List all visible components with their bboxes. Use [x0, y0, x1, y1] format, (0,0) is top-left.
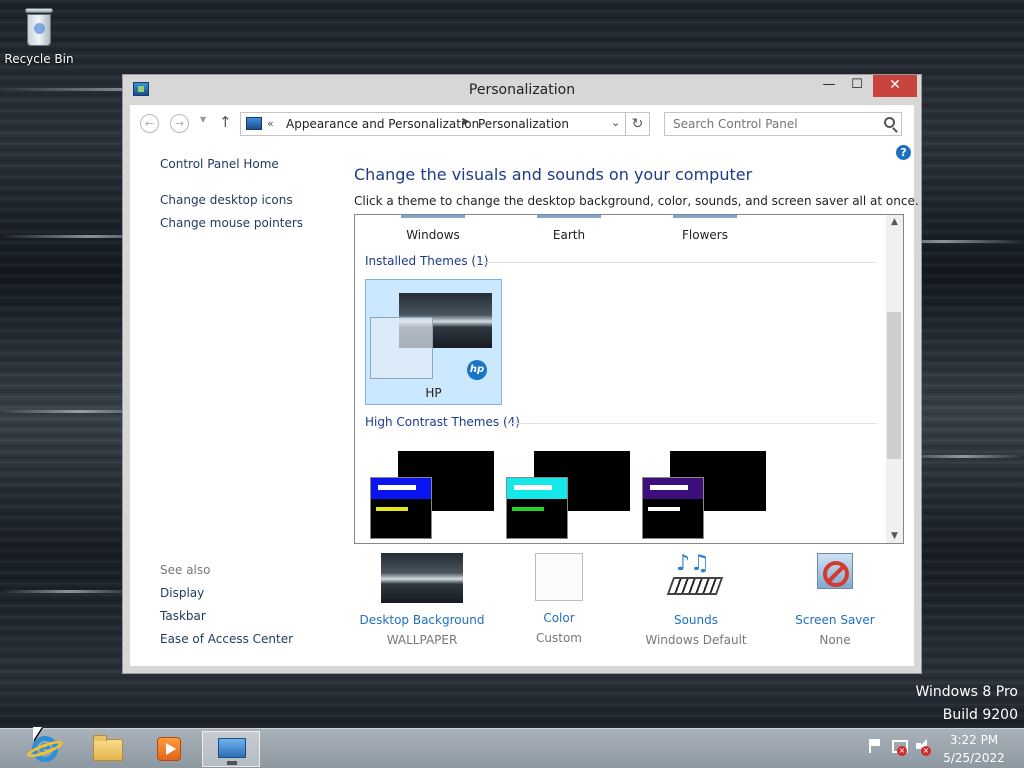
address-dropdown-icon[interactable]: ⌄ [611, 116, 620, 129]
file-explorer-icon [93, 735, 123, 761]
ease-of-access-link[interactable]: Ease of Access Center [160, 632, 293, 646]
themes-scrollbar[interactable]: ▲ ▼ [886, 215, 903, 543]
recycle-bin-icon [23, 6, 55, 48]
breadcrumb-appearance[interactable]: Appearance and Personalization [286, 117, 479, 131]
clock-time[interactable]: 3:22 PM [934, 733, 1014, 747]
theme-earth[interactable]: Earth [509, 215, 629, 242]
page-description: Click a theme to change the desktop back… [354, 194, 919, 208]
setting-value: None [819, 633, 851, 647]
taskbar-media-player[interactable] [140, 731, 198, 767]
os-edition-watermark: Windows 8 Pro [915, 684, 1018, 700]
theme-name: HP [425, 386, 442, 400]
window-content: ← → ▼ ↑ « Appearance and Personalization… [130, 105, 919, 666]
setting-value: Custom [536, 631, 582, 645]
search-input[interactable] [665, 113, 875, 135]
color-swatch [535, 553, 583, 601]
breadcrumb-overflow[interactable]: « [267, 117, 274, 130]
setting-value: WALLPAPER [386, 633, 458, 647]
theme-window-preview [370, 317, 433, 379]
desktop-background-setting[interactable]: Desktop Background WALLPAPER [352, 553, 492, 647]
volume-muted-badge-icon: × [921, 746, 931, 756]
maximize-button[interactable]: ☐ [843, 75, 871, 97]
recycle-bin[interactable]: Recycle Bin [4, 6, 74, 66]
scroll-down-icon[interactable]: ▼ [886, 531, 903, 541]
close-button[interactable]: ✕ [873, 75, 917, 97]
title-bar[interactable]: Personalization — ☐ ✕ [123, 75, 921, 105]
search-box[interactable] [664, 112, 902, 136]
scroll-up-icon[interactable]: ▲ [886, 217, 903, 227]
group-divider [507, 423, 877, 424]
help-icon[interactable]: ? [896, 145, 911, 160]
up-button[interactable]: ↑ [219, 113, 232, 131]
installed-themes-label: Installed Themes (1) [365, 254, 489, 268]
mouse-cursor-icon [33, 727, 42, 741]
hp-logo-icon: hp [467, 360, 487, 380]
theme-name: Flowers [682, 228, 728, 242]
theme-high-contrast[interactable] [365, 451, 502, 541]
screen-saver-setting[interactable]: Screen Saver None [765, 553, 905, 647]
network-error-icon: × [897, 746, 907, 756]
taskbar-control-panel[interactable] [202, 731, 260, 767]
setting-label[interactable]: Sounds [626, 613, 766, 627]
taskbar-file-explorer[interactable] [79, 731, 137, 767]
personalization-window: Personalization — ☐ ✕ ← → ▼ ↑ « Appearan… [122, 74, 922, 674]
recent-locations-chevron-icon[interactable]: ▼ [200, 115, 206, 124]
back-button[interactable]: ← [140, 114, 159, 133]
recycle-bin-label: Recycle Bin [4, 52, 74, 66]
theme-high-contrast[interactable] [637, 451, 774, 541]
window-title: Personalization [468, 82, 576, 98]
sounds-setting[interactable]: ♪♫ Sounds Windows Default [626, 553, 766, 648]
setting-label[interactable]: Screen Saver [765, 613, 905, 627]
display-link[interactable]: Display [160, 586, 204, 600]
change-mouse-pointers-link[interactable]: Change mouse pointers [160, 216, 303, 230]
address-bar[interactable]: « Appearance and Personalization ▶ Perso… [240, 112, 626, 136]
control-panel-icon [218, 738, 246, 765]
control-panel-icon [246, 117, 262, 130]
search-icon[interactable] [884, 117, 895, 128]
theme-hp[interactable]: hp HP [365, 279, 502, 405]
themes-list[interactable]: Windows Earth Flowers Installed Themes (… [354, 214, 904, 544]
taskbar-internet-explorer[interactable]: e [16, 731, 74, 767]
see-also-label: See also [160, 563, 211, 577]
wallpaper-streak [0, 590, 140, 593]
taskbar-link[interactable]: Taskbar [160, 609, 206, 623]
color-setting[interactable]: Color Custom [489, 553, 629, 645]
setting-value: Windows Default [645, 633, 747, 647]
setting-label[interactable]: Color [489, 611, 629, 625]
breadcrumb-separator-icon[interactable]: ▶ [463, 117, 470, 127]
clock-date[interactable]: 5/25/2022 [934, 751, 1014, 765]
os-build-watermark: Build 9200 [942, 707, 1018, 723]
group-divider [477, 262, 877, 263]
screen-saver-icon [811, 553, 859, 603]
setting-label[interactable]: Desktop Background [352, 613, 492, 627]
action-center-flag-icon[interactable] [866, 738, 882, 754]
change-desktop-icons-link[interactable]: Change desktop icons [160, 193, 293, 207]
breadcrumb-personalization[interactable]: Personalization [478, 117, 569, 131]
media-player-icon [157, 737, 181, 761]
page-title: Change the visuals and sounds on your co… [354, 165, 753, 184]
control-panel-home-link[interactable]: Control Panel Home [160, 157, 279, 171]
wallpaper-thumbnail [381, 553, 463, 603]
theme-name: Earth [552, 228, 586, 242]
sounds-icon: ♪♫ [666, 553, 724, 603]
minimize-button[interactable]: — [815, 75, 843, 97]
theme-windows[interactable]: Windows [373, 215, 493, 242]
scroll-thumb[interactable] [887, 312, 901, 459]
theme-flowers[interactable]: Flowers [645, 215, 765, 242]
navigation-bar: ← → ▼ ↑ « Appearance and Personalization… [130, 105, 914, 141]
theme-high-contrast[interactable] [501, 451, 638, 541]
forward-button[interactable]: → [170, 114, 189, 133]
theme-name: Windows [406, 228, 460, 242]
high-contrast-themes-label: High Contrast Themes (4) [365, 415, 520, 429]
refresh-button[interactable]: ↻ [626, 112, 650, 136]
